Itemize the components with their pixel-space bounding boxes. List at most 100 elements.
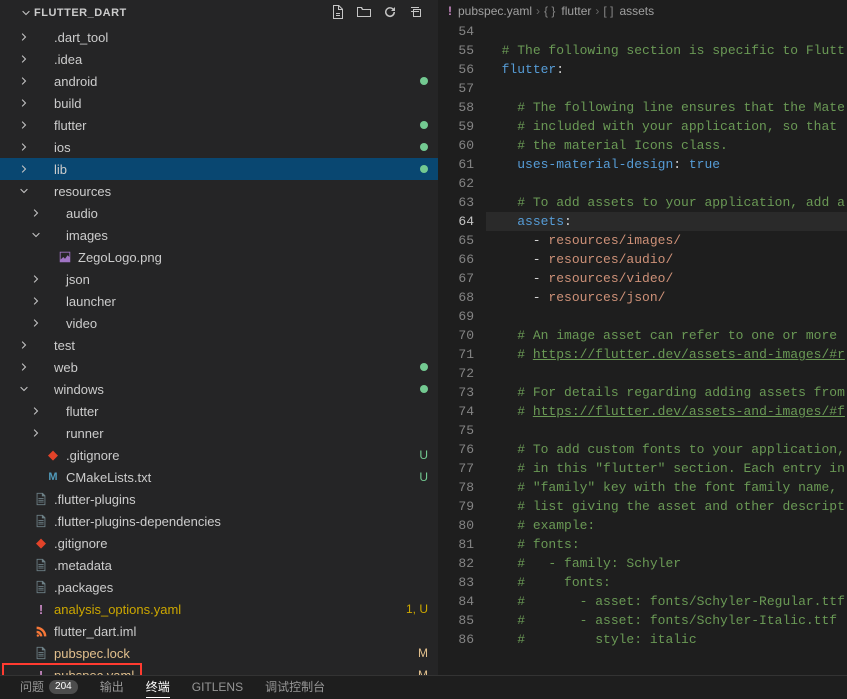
tree-item-images[interactable]: images — [0, 224, 438, 246]
code-line[interactable]: # in this "flutter" section. Each entry … — [486, 459, 847, 478]
collapse-all-icon[interactable] — [408, 4, 424, 23]
code-line[interactable]: # To add custom fonts to your applicatio… — [486, 440, 847, 459]
code-line[interactable] — [486, 364, 847, 383]
tree-item-launcher[interactable]: launcher — [0, 290, 438, 312]
code-line[interactable]: # An image asset can refer to one or mor… — [486, 326, 847, 345]
code-line[interactable]: # example: — [486, 516, 847, 535]
tree-item-video[interactable]: video — [0, 312, 438, 334]
code-line[interactable]: # - asset: fonts/Schyler-Regular.ttf — [486, 592, 847, 611]
new-folder-icon[interactable] — [356, 4, 372, 23]
chevron-right-icon[interactable] — [16, 97, 32, 109]
tree-item-build[interactable]: build — [0, 92, 438, 114]
chevron-right-icon[interactable] — [16, 339, 32, 351]
code-line[interactable]: # The following section is specific to F… — [486, 41, 847, 60]
tree-item-resources[interactable]: resources — [0, 180, 438, 202]
panel-tab-终端[interactable]: 终端 — [146, 678, 170, 698]
tree-item--flutter-plugins[interactable]: .flutter-plugins — [0, 488, 438, 510]
panel-tab-问题[interactable]: 问题204 — [20, 678, 78, 697]
code-line[interactable]: # To add assets to your application, add… — [486, 193, 847, 212]
tree-item-test[interactable]: test — [0, 334, 438, 356]
code-line[interactable]: # included with your application, so tha… — [486, 117, 847, 136]
code-editor[interactable]: 5455565758596061626364656667686970717273… — [438, 22, 847, 675]
chevron-right-icon[interactable] — [28, 405, 44, 417]
breadcrumbs[interactable]: !pubspec.yaml›{ }flutter›[ ]assets — [438, 0, 847, 22]
chevron-right-icon[interactable] — [16, 75, 32, 87]
chevron-right-icon[interactable] — [28, 295, 44, 307]
panel-tab-输出[interactable]: 输出 — [100, 678, 124, 697]
code-line[interactable]: # the material Icons class. — [486, 136, 847, 155]
code-line[interactable]: # "family" key with the font family name… — [486, 478, 847, 497]
tree-item-windows[interactable]: windows — [0, 378, 438, 400]
code-line[interactable] — [486, 307, 847, 326]
breadcrumb-item[interactable]: assets — [619, 4, 654, 18]
line-number: 61 — [438, 155, 474, 174]
new-file-icon[interactable] — [330, 4, 346, 23]
tree-item-pubspec-yaml[interactable]: !pubspec.yamlM — [0, 664, 438, 675]
breadcrumb-item[interactable]: pubspec.yaml — [458, 4, 532, 18]
tree-item-cmakelists-txt[interactable]: MCMakeLists.txtU — [0, 466, 438, 488]
code-line[interactable]: # https://flutter.dev/assets-and-images/… — [486, 345, 847, 364]
chevron-right-icon[interactable] — [16, 53, 32, 65]
tree-item--dart-tool[interactable]: .dart_tool — [0, 26, 438, 48]
code-line[interactable]: - resources/images/ — [486, 231, 847, 250]
tree-item-runner[interactable]: runner — [0, 422, 438, 444]
tree-item-analysis-options-yaml[interactable]: !analysis_options.yaml1, U — [0, 598, 438, 620]
tree-item-web[interactable]: web — [0, 356, 438, 378]
chevron-down-icon[interactable] — [16, 383, 32, 395]
tree-item--idea[interactable]: .idea — [0, 48, 438, 70]
tree-item--packages[interactable]: .packages — [0, 576, 438, 598]
code-line[interactable]: # https://flutter.dev/assets-and-images/… — [486, 402, 847, 421]
code-line[interactable]: uses-material-design: true — [486, 155, 847, 174]
chevron-right-icon[interactable] — [28, 273, 44, 285]
code-line[interactable]: # The following line ensures that the Ma… — [486, 98, 847, 117]
tree-item-flutter[interactable]: flutter — [0, 114, 438, 136]
refresh-icon[interactable] — [382, 4, 398, 23]
code-lines[interactable]: # The following section is specific to F… — [486, 22, 847, 675]
code-line[interactable]: # list giving the asset and other descri… — [486, 497, 847, 516]
code-line[interactable] — [486, 79, 847, 98]
tree-item-flutter-dart-iml[interactable]: flutter_dart.iml — [0, 620, 438, 642]
code-line[interactable]: # For details regarding adding assets fr… — [486, 383, 847, 402]
code-line[interactable]: flutter: — [486, 60, 847, 79]
code-line[interactable]: # style: italic — [486, 630, 847, 649]
code-line[interactable] — [486, 22, 847, 41]
breadcrumb-item[interactable]: flutter — [561, 4, 591, 18]
chevron-right-icon[interactable] — [28, 317, 44, 329]
panel-tab-调试控制台[interactable]: 调试控制台 — [265, 678, 325, 697]
code-line[interactable]: - resources/audio/ — [486, 250, 847, 269]
tree-item--gitignore[interactable]: ◆.gitignoreU — [0, 444, 438, 466]
chevron-down-icon[interactable] — [16, 185, 32, 197]
chevron-right-icon[interactable] — [28, 207, 44, 219]
tree-item-lib[interactable]: lib — [0, 158, 438, 180]
tree-item-android[interactable]: android — [0, 70, 438, 92]
chevron-right-icon[interactable] — [16, 141, 32, 153]
chevron-right-icon[interactable] — [16, 163, 32, 175]
tree-item-audio[interactable]: audio — [0, 202, 438, 224]
file-tree[interactable]: .dart_tool.ideaandroidbuildflutterioslib… — [0, 26, 438, 675]
tree-item-zegologo-png[interactable]: ZegoLogo.png — [0, 246, 438, 268]
code-line[interactable]: - resources/video/ — [486, 269, 847, 288]
tree-item-pubspec-lock[interactable]: pubspec.lockM — [0, 642, 438, 664]
chevron-right-icon[interactable] — [28, 427, 44, 439]
chevron-right-icon[interactable] — [16, 361, 32, 373]
tree-item--metadata[interactable]: .metadata — [0, 554, 438, 576]
code-line[interactable]: # - family: Schyler — [486, 554, 847, 573]
code-line[interactable]: # fonts: — [486, 573, 847, 592]
panel-tab-GITLENS[interactable]: GITLENS — [192, 680, 243, 696]
chevron-right-icon[interactable] — [16, 31, 32, 43]
tree-item--flutter-plugins-dependencies[interactable]: .flutter-plugins-dependencies — [0, 510, 438, 532]
tree-item-flutter[interactable]: flutter — [0, 400, 438, 422]
code-line[interactable] — [486, 174, 847, 193]
code-line[interactable]: - resources/json/ — [486, 288, 847, 307]
line-number: 70 — [438, 326, 474, 345]
code-line[interactable] — [486, 421, 847, 440]
tree-item--gitignore[interactable]: ◆.gitignore — [0, 532, 438, 554]
tree-item-json[interactable]: json — [0, 268, 438, 290]
chevron-down-icon[interactable] — [28, 229, 44, 241]
chevron-right-icon[interactable] — [16, 119, 32, 131]
tree-item-ios[interactable]: ios — [0, 136, 438, 158]
code-line[interactable]: # fonts: — [486, 535, 847, 554]
code-line[interactable]: assets: — [486, 212, 847, 231]
chevron-down-icon[interactable] — [18, 7, 34, 19]
code-line[interactable]: # - asset: fonts/Schyler-Italic.ttf — [486, 611, 847, 630]
